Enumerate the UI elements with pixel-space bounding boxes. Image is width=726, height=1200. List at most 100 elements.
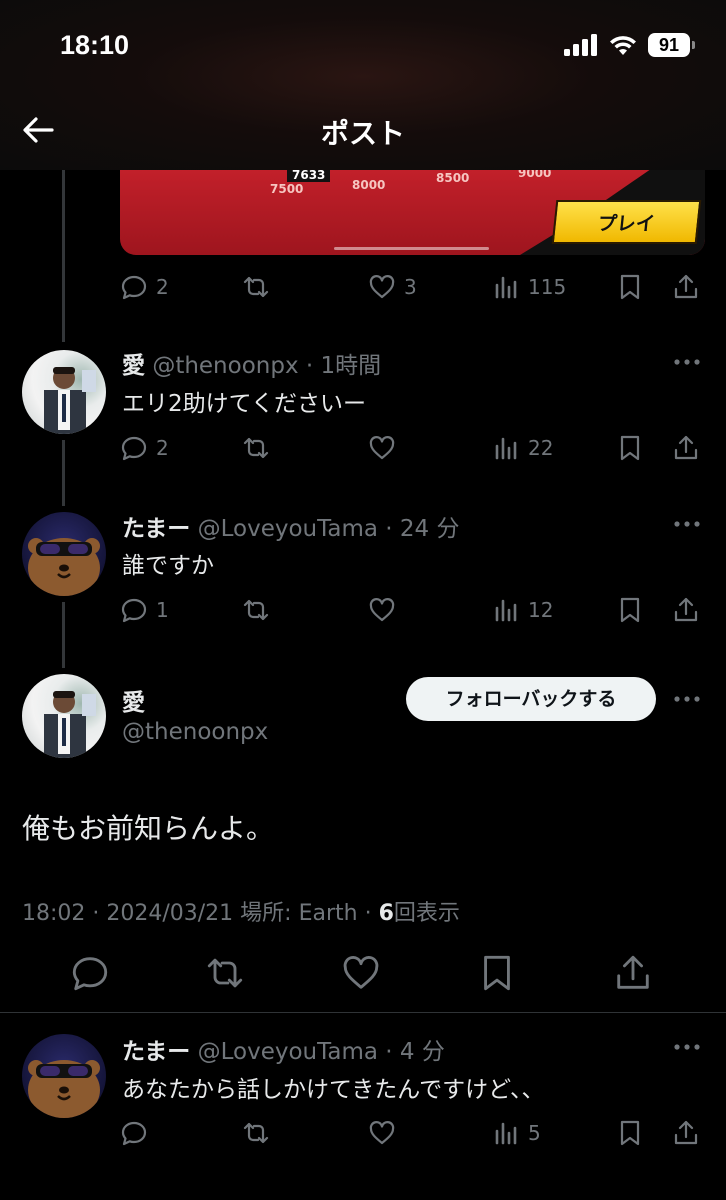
post-time: 24 分 — [399, 516, 460, 542]
share-icon — [674, 274, 698, 299]
more-icon[interactable] — [672, 689, 702, 709]
bookmark-icon — [620, 435, 640, 461]
bookmark-button[interactable] — [616, 1113, 644, 1153]
share-button[interactable] — [672, 428, 700, 468]
thread-line — [62, 602, 65, 668]
share-button[interactable] — [672, 267, 700, 307]
media-home-indicator — [334, 247, 489, 250]
author-name[interactable]: たまー — [122, 516, 190, 542]
bookmark-icon — [620, 274, 640, 300]
views-button[interactable]: 5 — [492, 1113, 541, 1153]
bookmark-button[interactable] — [616, 267, 644, 307]
avatar-image — [28, 1060, 100, 1118]
author-name[interactable]: たまー — [122, 1039, 190, 1065]
views-icon — [495, 276, 517, 299]
reply-count: 2 — [156, 275, 169, 299]
reply-button[interactable]: 2 — [120, 428, 169, 468]
media-number: 7500 — [270, 182, 304, 196]
bookmark-icon — [484, 955, 510, 991]
like-icon — [369, 598, 395, 622]
bookmark-button[interactable] — [616, 428, 644, 468]
thread-line — [62, 170, 65, 342]
avatar[interactable] — [22, 512, 106, 596]
follow-back-button[interactable]: フォローバックする — [406, 677, 656, 721]
battery-indicator: 91 — [648, 33, 695, 57]
reply-icon — [121, 598, 147, 623]
author-handle[interactable]: @LoveyouTama — [198, 516, 378, 542]
main-author-handle[interactable]: @thenoonpx — [122, 719, 268, 745]
tweet-actions: 5 — [120, 1113, 705, 1153]
retweet-button[interactable] — [242, 1113, 270, 1153]
avatar[interactable] — [22, 350, 106, 434]
views-icon — [495, 599, 517, 622]
like-icon — [343, 956, 379, 989]
like-icon — [369, 275, 395, 299]
tweet-actions: 2 3 115 — [120, 267, 705, 307]
header: ポスト — [0, 90, 726, 170]
like-button[interactable] — [341, 953, 381, 993]
author-handle[interactable]: @LoveyouTama — [198, 1039, 378, 1065]
tweet-text: あなたから話しかけてきたんですけど、、 — [122, 1077, 545, 1103]
share-button[interactable] — [672, 1113, 700, 1153]
retweet-button[interactable] — [242, 590, 270, 630]
view-count: 6 — [378, 901, 394, 926]
author-handle[interactable]: @thenoonpx — [152, 353, 298, 379]
views-button[interactable]: 115 — [492, 267, 566, 307]
views-button[interactable]: 22 — [492, 428, 553, 468]
retweet-icon — [243, 1122, 269, 1144]
bookmark-button[interactable] — [616, 590, 644, 630]
tweet-text: エリ2助けてくださいー — [122, 391, 366, 417]
post-metadata: 18:02 · 2024/03/21 場所: Earth · 6回表示 — [22, 895, 460, 927]
play-button[interactable]: プレイ — [551, 200, 702, 244]
retweet-button[interactable] — [205, 953, 245, 993]
avatar-image — [44, 367, 96, 434]
like-count: 3 — [404, 275, 417, 299]
more-icon[interactable] — [672, 514, 702, 534]
more-icon[interactable] — [672, 352, 702, 372]
retweet-button[interactable] — [242, 428, 270, 468]
reply-icon — [121, 1121, 147, 1146]
views-icon — [495, 437, 517, 460]
wifi-icon — [610, 36, 636, 55]
reply-button[interactable]: 1 — [120, 590, 169, 630]
tweet-text: 誰ですか — [122, 553, 214, 579]
like-button[interactable] — [368, 1113, 396, 1153]
bookmark-icon — [620, 1120, 640, 1146]
page-title: ポスト — [320, 117, 405, 150]
like-button[interactable] — [368, 590, 396, 630]
retweet-icon — [243, 437, 269, 459]
retweet-icon — [243, 599, 269, 621]
avatar[interactable] — [22, 674, 106, 758]
divider — [0, 1012, 726, 1013]
media-number: 9000 — [518, 170, 552, 180]
reply-icon — [121, 275, 147, 300]
bookmark-button[interactable] — [477, 953, 517, 993]
avatar-image — [44, 691, 96, 758]
main-author-name[interactable]: 愛 — [122, 683, 145, 717]
reply-icon — [121, 436, 147, 461]
share-icon — [674, 1120, 698, 1145]
media-number: 8000 — [352, 178, 386, 192]
tweet-actions: 1 12 — [120, 590, 705, 630]
reply-icon — [72, 957, 108, 991]
share-button[interactable] — [672, 590, 700, 630]
views-button[interactable]: 12 — [492, 590, 553, 630]
like-button[interactable] — [368, 428, 396, 468]
like-button[interactable]: 3 — [368, 267, 417, 307]
retweet-button[interactable] — [242, 267, 270, 307]
media-number: 8500 — [436, 171, 470, 185]
post-time: 1時間 — [320, 353, 382, 379]
reply-button[interactable]: 2 — [120, 267, 169, 307]
avatar[interactable] — [22, 1034, 106, 1118]
retweet-icon — [207, 958, 243, 988]
more-icon[interactable] — [672, 1037, 702, 1057]
signal-icon — [564, 34, 597, 56]
media-card[interactable]: 7633 7500 8000 8500 9000 プレイ — [120, 170, 705, 255]
views-count: 12 — [528, 598, 554, 622]
views-count: 5 — [528, 1121, 541, 1145]
reply-button[interactable] — [120, 1113, 148, 1153]
main-post-actions — [0, 950, 726, 996]
author-name[interactable]: 愛 — [122, 353, 145, 379]
reply-button[interactable] — [70, 953, 110, 993]
share-button[interactable] — [613, 953, 653, 993]
